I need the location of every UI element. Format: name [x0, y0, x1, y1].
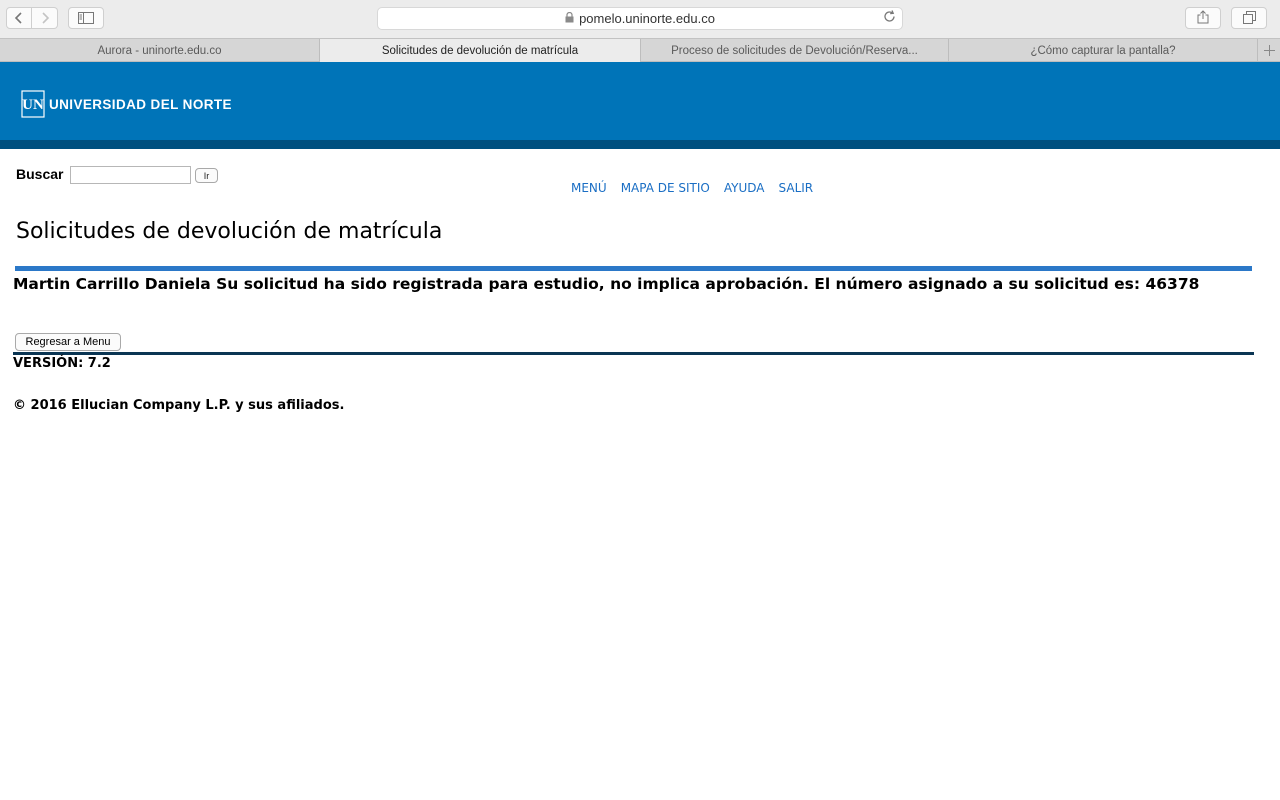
search-go-button[interactable]: Ir: [195, 168, 218, 183]
tab-aurora[interactable]: Aurora - uninorte.edu.co: [0, 39, 320, 62]
back-to-menu-button[interactable]: Regresar a Menu: [15, 333, 121, 351]
banner-strip: [0, 140, 1280, 149]
tab-proceso[interactable]: Proceso de solicitudes de Devolución/Res…: [641, 39, 949, 62]
tab-capturar[interactable]: ¿Cómo capturar la pantalla?: [949, 39, 1258, 62]
nav-menu-link[interactable]: MENÚ: [571, 181, 607, 195]
address-bar[interactable]: pomelo.uninorte.edu.co: [377, 7, 903, 30]
address-url: pomelo.uninorte.edu.co: [579, 11, 715, 26]
nav-sitemap-link[interactable]: MAPA DE SITIO: [621, 181, 710, 195]
nav-logout-link[interactable]: SALIR: [779, 181, 814, 195]
share-icon: [1197, 9, 1209, 28]
chevron-left-icon: [14, 9, 24, 28]
forward-button[interactable]: [32, 7, 58, 29]
tabs-overview-icon: [1242, 9, 1256, 28]
sidebar-toggle-button[interactable]: [68, 7, 104, 29]
browser-toolbar: pomelo.uninorte.edu.co: [0, 0, 1280, 38]
chevron-right-icon: [40, 9, 50, 28]
confirmation-message: Martin Carrillo Daniela Su solicitud ha …: [13, 275, 1200, 293]
university-logo[interactable]: UN UNIVERSIDAD DEL NORTE: [21, 90, 232, 118]
page-title: Solicitudes de devolución de matrícula: [16, 219, 443, 244]
footer-divider: [13, 352, 1254, 355]
version-text: VERSIÓN: 7.2: [13, 356, 111, 371]
tab-solicitudes[interactable]: Solicitudes de devolución de matrícula: [320, 39, 641, 62]
svg-text:UN: UN: [22, 97, 44, 113]
search-label: Buscar: [16, 166, 64, 182]
logo-text: UNIVERSIDAD DEL NORTE: [49, 96, 232, 112]
title-divider: [15, 266, 1252, 271]
lock-icon: [565, 11, 574, 26]
un-logo-icon: UN: [21, 90, 45, 118]
new-tab-plus-icon[interactable]: [1258, 39, 1280, 62]
search-input[interactable]: [70, 166, 191, 184]
top-navigation: MENÚ MAPA DE SITIO AYUDA SALIR: [571, 181, 813, 195]
show-tabs-button[interactable]: [1231, 7, 1267, 29]
share-button[interactable]: [1185, 7, 1221, 29]
back-button[interactable]: [6, 7, 32, 29]
nav-help-link[interactable]: AYUDA: [724, 181, 765, 195]
sidebar-icon: [78, 9, 94, 28]
reload-icon[interactable]: [883, 10, 896, 26]
tab-bar: Aurora - uninorte.edu.co Solicitudes de …: [0, 38, 1280, 62]
copyright-text: © 2016 Ellucian Company L.P. y sus afili…: [13, 398, 345, 413]
